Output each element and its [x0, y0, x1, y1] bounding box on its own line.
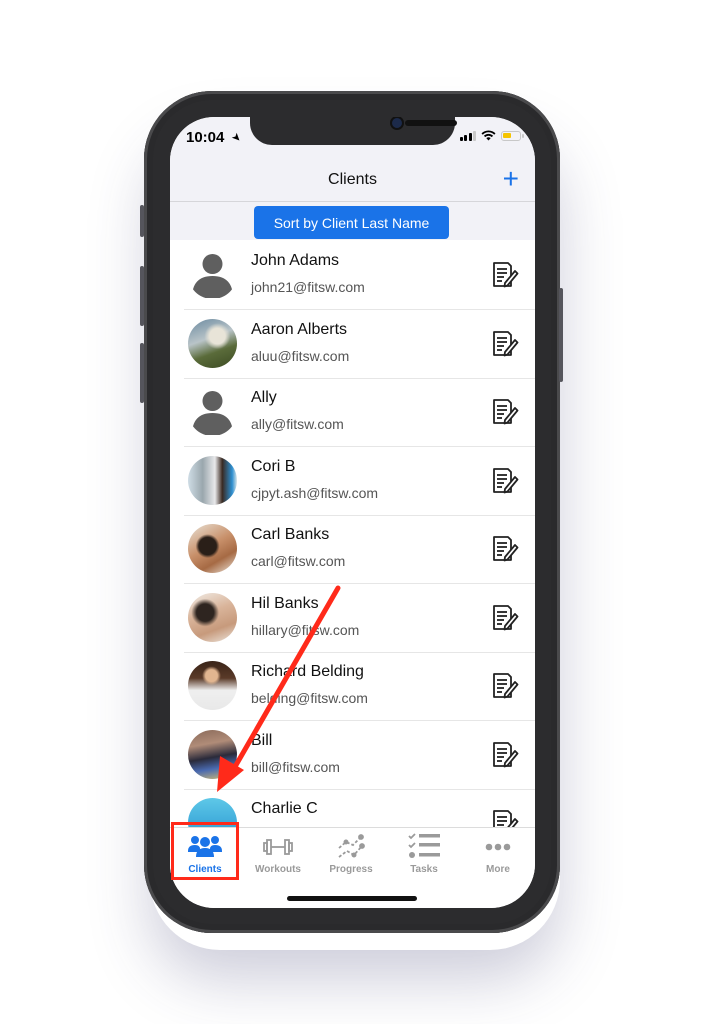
- client-email: john21@fitsw.com: [251, 279, 365, 295]
- status-indicators: [459, 130, 524, 141]
- tab-label: Tasks: [410, 864, 438, 875]
- edit-notes-icon[interactable]: [491, 330, 519, 358]
- edit-notes-icon[interactable]: [491, 535, 519, 563]
- add-client-button[interactable]: +: [503, 165, 519, 193]
- tab-more[interactable]: More: [463, 832, 533, 880]
- client-row[interactable]: Aaron Alberts aluu@fitsw.com: [184, 310, 535, 379]
- clients-tab-highlight-box: [171, 822, 239, 880]
- home-indicator[interactable]: [287, 896, 417, 901]
- client-avatar-photo: [188, 661, 237, 710]
- client-avatar-photo: [188, 524, 237, 573]
- notch: [250, 117, 457, 145]
- client-list[interactable]: John Adams john21@fitsw.com Aaron Alberts a…: [170, 241, 535, 827]
- nav-bar: Clients +: [170, 161, 535, 202]
- wifi-icon: [481, 130, 496, 141]
- default-avatar-icon: [188, 250, 237, 299]
- client-name: Charlie C: [251, 800, 318, 817]
- edit-notes-icon[interactable]: [491, 672, 519, 700]
- client-name: Richard Belding: [251, 663, 364, 680]
- checklist-icon: [389, 832, 459, 862]
- app-screen: 10:04 ➤ Clients + Sort by Client Last Na…: [170, 117, 535, 908]
- more-dots-icon: [463, 832, 533, 862]
- client-row[interactable]: Cori B cjpyt.ash@fitsw.com: [184, 447, 535, 516]
- tab-tasks[interactable]: Tasks: [389, 832, 459, 880]
- client-row[interactable]: Ally ally@fitsw.com: [184, 378, 535, 447]
- client-avatar-photo: [188, 318, 237, 368]
- tab-label: Progress: [329, 864, 373, 875]
- plus-icon: +: [502, 163, 519, 194]
- edit-notes-icon[interactable]: [491, 809, 519, 827]
- edit-notes-icon[interactable]: [491, 741, 519, 769]
- edit-notes-icon[interactable]: [491, 261, 519, 289]
- client-name: Bill: [251, 731, 273, 749]
- client-email: bill@fitsw.com: [251, 758, 340, 775]
- page-title: Clients: [328, 171, 377, 188]
- edit-notes-icon[interactable]: [491, 398, 519, 426]
- client-name: Cori B: [251, 457, 296, 475]
- tab-label: Workouts: [255, 864, 301, 875]
- power-button: [559, 288, 563, 382]
- client-avatar-photo: [188, 592, 237, 642]
- client-name: John Adams: [251, 252, 340, 269]
- edit-notes-icon[interactable]: [491, 467, 519, 495]
- volume-down-button: [140, 343, 144, 403]
- sort-by-last-name-button[interactable]: Sort by Client Last Name: [254, 206, 449, 239]
- volume-up-button: [140, 266, 144, 326]
- client-row[interactable]: Bill bill@fitsw.com: [184, 721, 535, 790]
- client-name: Ally: [251, 389, 277, 406]
- client-name: Hil Banks: [251, 594, 319, 612]
- battery-icon: [501, 130, 524, 141]
- progress-chart-icon: [316, 832, 386, 862]
- dumbbell-icon: [243, 832, 313, 862]
- tab-label: More: [486, 864, 510, 875]
- client-row[interactable]: Richard Belding belding@fitsw.com: [184, 652, 535, 721]
- sort-bar: Sort by Client Last Name: [170, 202, 535, 240]
- client-email: cjpyt.ash@fitsw.com: [251, 484, 379, 501]
- client-row[interactable]: Hil Banks hillary@fitsw.com: [184, 584, 535, 653]
- edit-notes-icon[interactable]: [491, 604, 519, 632]
- default-avatar-icon: [188, 387, 237, 436]
- mute-switch: [140, 205, 144, 237]
- client-email: ally@fitsw.com: [251, 416, 344, 432]
- client-email: hillary@fitsw.com: [251, 621, 360, 638]
- client-avatar-photo: [188, 729, 237, 779]
- cellular-signal-icon: [459, 130, 476, 141]
- speaker-grille: [405, 120, 457, 126]
- client-email: belding@fitsw.com: [251, 690, 368, 706]
- client-avatar-photo: [188, 455, 237, 505]
- location-arrow-icon: ➤: [228, 130, 244, 146]
- tab-workouts[interactable]: Workouts: [243, 832, 313, 880]
- client-name: Aaron Alberts: [251, 320, 348, 338]
- client-row[interactable]: John Adams john21@fitsw.com: [184, 241, 535, 310]
- client-row[interactable]: Carl Banks carl@fitsw.com: [184, 515, 535, 584]
- tab-progress[interactable]: Progress: [316, 832, 386, 880]
- client-email: aluu@fitsw.com: [251, 347, 350, 364]
- status-time: 10:04: [186, 129, 225, 146]
- client-name: Carl Banks: [251, 526, 330, 543]
- client-email: carl@fitsw.com: [251, 553, 346, 569]
- front-camera: [392, 118, 402, 128]
